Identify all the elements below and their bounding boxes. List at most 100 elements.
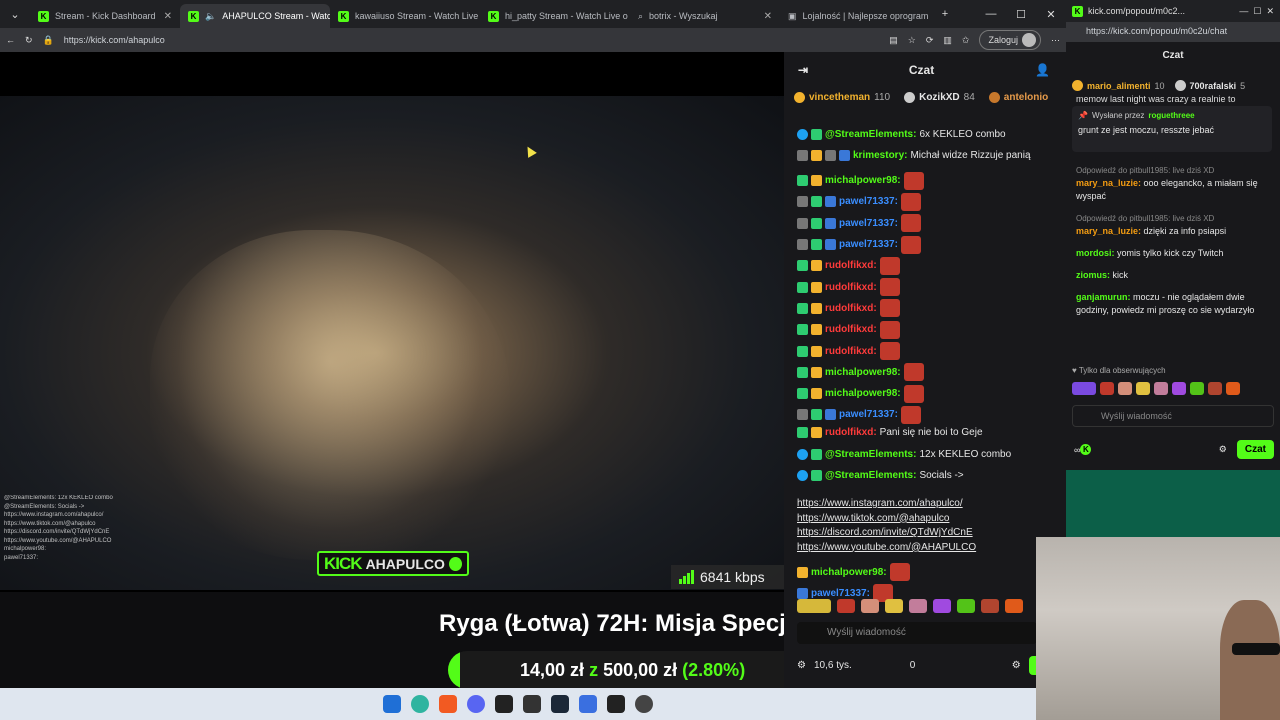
chat-username[interactable]: pawel71337:	[839, 409, 898, 420]
chat-username[interactable]: michalpower98:	[825, 175, 901, 186]
emote-icon[interactable]	[1005, 599, 1023, 613]
refresh-icon[interactable]: ↻	[25, 35, 33, 46]
chat-username[interactable]: pawel71337:	[839, 239, 898, 250]
collapse-chat-icon[interactable]: ⇥	[798, 63, 808, 77]
epic-games-icon[interactable]	[523, 695, 541, 713]
app-icon[interactable]	[607, 695, 625, 713]
chat-link[interactable]: https://www.tiktok.com/@ahapulco	[797, 513, 949, 524]
popout-chat-message[interactable]: ziomus: kick	[1076, 269, 1272, 282]
emote-icon[interactable]	[797, 599, 831, 613]
chat-username[interactable]: @StreamElements:	[825, 449, 916, 460]
popout-chat-message[interactable]: mordosi: yomis tylko kick czy Twitch	[1076, 247, 1272, 260]
tab-botrix[interactable]: ⌕ botrix - Wyszukaj ✕	[630, 4, 780, 28]
chat-username[interactable]: rudolfikxd:	[825, 303, 877, 314]
chat-message[interactable]: rudolfikxd:	[797, 320, 900, 339]
chat-message[interactable]: pawel71337:	[797, 214, 921, 233]
chat-message[interactable]: rudolfikxd:	[797, 299, 900, 318]
user-settings-icon[interactable]: 👤	[1035, 63, 1050, 77]
emote-icon[interactable]	[1072, 382, 1096, 395]
chat-username[interactable]: rudolfikxd:	[825, 427, 877, 438]
chat-message[interactable]: @StreamElements: 12x KEKLEO combo	[797, 448, 1011, 460]
chat-message[interactable]: rudolfikxd:	[797, 278, 900, 297]
chat-message[interactable]: michalpower98:	[797, 171, 924, 190]
more-icon[interactable]: ⋯	[1051, 35, 1060, 46]
favorites-icon[interactable]: ✩	[962, 35, 970, 46]
emote-icon[interactable]	[1136, 382, 1150, 395]
popout-chat-message[interactable]: Odpowiedź do pitbull1985: live dziś XD ma…	[1076, 212, 1272, 238]
star-icon[interactable]: ☆	[908, 35, 916, 46]
windows-start-icon[interactable]	[383, 695, 401, 713]
app-icon[interactable]	[495, 695, 513, 713]
chat-link[interactable]: https://www.instagram.com/ahapulco/	[797, 498, 963, 509]
url-field[interactable]: https://kick.com/ahapulco	[64, 35, 165, 45]
chat-username[interactable]: rudolfikxd:	[825, 346, 877, 357]
chat-username[interactable]: @StreamElements:	[825, 129, 916, 140]
chat-message[interactable]: michalpower98:	[797, 363, 924, 382]
chat-username[interactable]: pawel71337:	[839, 196, 898, 207]
emote-icon[interactable]	[1208, 382, 1222, 395]
chat-message[interactable]: rudolfikxd: Pani się nie boi to Geje	[797, 427, 983, 439]
chat-message[interactable]: michalpower98:	[797, 384, 924, 403]
chat-username[interactable]: michalpower98:	[811, 567, 887, 578]
back-icon[interactable]: ←	[6, 35, 15, 45]
chat-username[interactable]: mary_na_luzie:	[1076, 226, 1141, 236]
chat-username[interactable]: ziomus:	[1076, 270, 1110, 280]
emote-icon[interactable]	[837, 599, 855, 613]
maximize-button[interactable]: ☐	[1006, 8, 1036, 21]
gifter-item[interactable]: KozikXD 84	[904, 88, 975, 106]
lock-icon[interactable]: 🔒	[43, 35, 54, 46]
chat-username[interactable]: michalpower98:	[825, 388, 901, 399]
points-icon[interactable]: ⚙	[797, 660, 806, 671]
emote-icon[interactable]	[1154, 382, 1168, 395]
gear-icon[interactable]: ⚙	[1219, 444, 1227, 455]
emote-icon[interactable]	[1190, 382, 1204, 395]
chat-username[interactable]: rudolfikxd:	[825, 282, 877, 293]
pinned-message[interactable]: 📌 Wysłane przez roguethreee grunt ze jes…	[1072, 106, 1272, 152]
tab-ahapulco[interactable]: K 🔈 AHAPULCO Stream - Watch ✕	[180, 4, 330, 28]
gear-icon[interactable]: ⚙	[1012, 660, 1021, 671]
tab-kick-dashboard[interactable]: K Stream - Kick Dashboard ✕	[30, 4, 180, 28]
popout-send-button[interactable]: Czat	[1236, 440, 1274, 459]
emote-icon[interactable]	[957, 599, 975, 613]
chat-message[interactable]: @StreamElements: 6x KEKLEO combo	[797, 129, 1006, 140]
tab-hi-patty[interactable]: K hi_patty Stream - Watch Live o ✕	[480, 4, 630, 28]
close-icon[interactable]: ✕	[164, 11, 172, 22]
gifter-item[interactable]: vincetheman 110	[794, 88, 890, 106]
emote-icon[interactable]	[861, 599, 879, 613]
kick-icon[interactable]: K	[1080, 444, 1092, 455]
edge-icon[interactable]	[411, 695, 429, 713]
minimize-button[interactable]: —	[1239, 6, 1248, 16]
emote-icon[interactable]	[1100, 382, 1114, 395]
emote-icon[interactable]	[933, 599, 951, 613]
popout-chat-message[interactable]: Odpowiedź do pitbull1985: live dziś XD ma…	[1076, 164, 1272, 203]
chat-username[interactable]: ganjamurun:	[1076, 292, 1131, 302]
gifter-item[interactable]: mario_alimenti 10	[1072, 80, 1165, 91]
emote-icon[interactable]	[981, 599, 999, 613]
gifter-item[interactable]: antelonio	[988, 88, 1048, 106]
chat-username[interactable]: michalpower98:	[825, 367, 901, 378]
reader-icon[interactable]: ▤	[889, 35, 898, 46]
gifter-item[interactable]: 700rafalski 5	[1174, 80, 1245, 91]
chat-message[interactable]: pawel71337:	[797, 192, 921, 211]
chat-message[interactable]: krimestory: Michał widze Rizzuje panią	[797, 150, 1031, 162]
chat-username[interactable]: rudolfikxd:	[825, 324, 877, 335]
split-icon[interactable]: ▥	[943, 35, 952, 46]
popout-chat-message[interactable]: ganjamurun: moczu - nie oglądałem dwie g…	[1076, 291, 1272, 317]
steam-icon[interactable]	[551, 695, 569, 713]
emote-icon[interactable]	[1118, 382, 1132, 395]
chat-username[interactable]: mary_na_luzie:	[1076, 178, 1141, 188]
popout-url[interactable]: https://kick.com/popout/m0c2u/chat	[1066, 22, 1280, 42]
chat-username[interactable]: @StreamElements:	[825, 470, 916, 481]
emote-icon[interactable]	[1226, 382, 1240, 395]
maximize-button[interactable]: ☐	[1253, 6, 1261, 17]
speaker-icon[interactable]: 🔈	[205, 11, 216, 22]
chat-message[interactable]: @StreamElements: Socials ->	[797, 469, 964, 481]
chat-message[interactable]: pawel71337:	[797, 235, 921, 254]
obs-icon[interactable]	[635, 695, 653, 713]
chat-message[interactable]: michalpower98:	[797, 563, 910, 582]
tab-kawaiiuso[interactable]: K kawaiiuso Stream - Watch Live o ✕	[330, 4, 480, 28]
close-window-button[interactable]: ✕	[1036, 8, 1066, 21]
close-window-button[interactable]: ✕	[1266, 6, 1274, 17]
chat-message[interactable]: pawel71337:	[797, 405, 921, 424]
chat-link[interactable]: https://www.youtube.com/@AHAPULCO	[797, 542, 976, 553]
